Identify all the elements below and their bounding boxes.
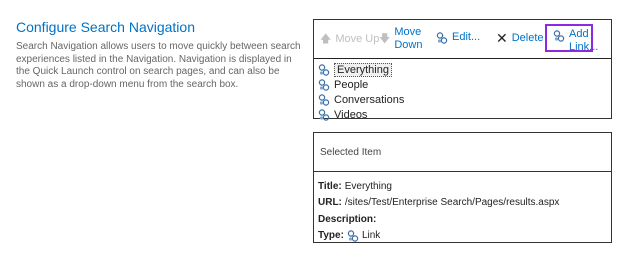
nav-item-label: People xyxy=(334,78,369,91)
move-up-label: Move Up xyxy=(335,33,380,45)
move-down-label: Move Down xyxy=(394,26,423,51)
add-link-label: Add Link... xyxy=(569,28,599,53)
link-icon xyxy=(318,93,330,106)
selected-item-details: Title: Everything URL: /sites/Test/Enter… xyxy=(318,178,559,244)
navigation-toolbar: 🡅 Move Up 🡇 Move Down Edit... ✕ Delete A… xyxy=(314,20,611,59)
url-label: URL: xyxy=(318,197,342,209)
detail-url-row: URL: /sites/Test/Enterprise Search/Pages… xyxy=(318,195,559,212)
navigation-panel: 🡅 Move Up 🡇 Move Down Edit... ✕ Delete A… xyxy=(313,19,612,122)
selected-item-panel: Selected Item Title: Everything URL: /si… xyxy=(313,132,612,243)
arrow-down-icon: 🡇 xyxy=(379,32,391,45)
nav-item-label: Conversations xyxy=(334,93,405,106)
description-label: Description: xyxy=(318,213,377,225)
nav-item-everything[interactable]: Everything xyxy=(318,62,404,77)
link-icon xyxy=(318,63,330,76)
section-description: Search Navigation allows users to move q… xyxy=(16,41,301,90)
nav-item-conversations[interactable]: Conversations xyxy=(318,92,404,107)
edit-link-icon xyxy=(436,31,448,44)
search-navigation-settings: Configure Search Navigation Search Navig… xyxy=(0,0,624,254)
detail-description-row: Description: xyxy=(318,211,559,228)
move-up-button[interactable]: 🡅 Move Up xyxy=(320,33,379,46)
url-value: /sites/Test/Enterprise Search/Pages/resu… xyxy=(344,197,560,209)
nav-item-label: Everything xyxy=(334,62,392,77)
title-label: Title: xyxy=(318,180,342,192)
move-down-button[interactable]: 🡇 Move Down xyxy=(379,26,424,52)
add-link-icon xyxy=(553,30,565,42)
nav-item-people[interactable]: People xyxy=(318,77,404,92)
detail-type-row: Type: Link xyxy=(318,228,559,245)
delete-label: Delete xyxy=(511,32,544,44)
arrow-up-icon: 🡅 xyxy=(320,33,332,45)
section-title: Configure Search Navigation xyxy=(16,19,195,35)
edit-label: Edit... xyxy=(452,31,481,43)
add-link-button[interactable]: Add Link... xyxy=(545,24,599,53)
link-icon xyxy=(318,108,330,121)
edit-button[interactable]: Edit... xyxy=(436,31,480,44)
link-icon xyxy=(318,78,330,91)
delete-button[interactable]: ✕ Delete xyxy=(496,30,544,46)
detail-title-row: Title: Everything xyxy=(318,178,559,195)
type-value: Link xyxy=(361,230,381,242)
link-icon xyxy=(347,230,359,242)
delete-x-icon: ✕ xyxy=(496,30,508,46)
type-value-wrap: Link xyxy=(347,230,380,242)
selected-item-header: Selected Item xyxy=(314,133,611,172)
nav-item-videos[interactable]: Videos xyxy=(318,107,404,122)
type-label: Type: xyxy=(318,230,344,242)
title-value: Everything xyxy=(344,180,392,192)
navigation-list: Everything People Conversations Videos xyxy=(318,62,404,122)
nav-item-label: Videos xyxy=(334,108,368,121)
